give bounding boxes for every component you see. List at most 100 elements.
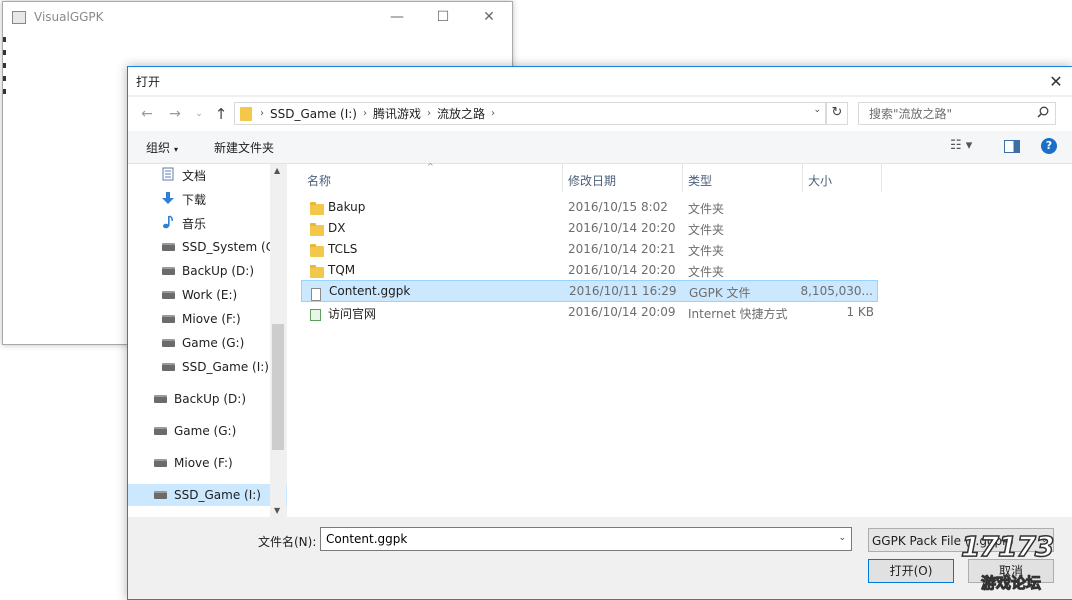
- file-type: 文件夹: [688, 265, 725, 279]
- change-view-button[interactable]: ☷ ▾: [950, 138, 972, 153]
- filename-combobox[interactable]: ⌄: [320, 527, 852, 551]
- file-row[interactable]: DX 2016/10/14 20:20 文件夹: [301, 218, 878, 238]
- drive-icon: [152, 456, 168, 470]
- sidebar-item-label: Miove (F:): [174, 456, 233, 470]
- command-toolbar: 组织 ▾ 新建文件夹 ☷ ▾ ?: [128, 131, 1072, 164]
- file-row[interactable]: TCLS 2016/10/14 20:21 文件夹: [301, 239, 878, 259]
- chevron-down-icon[interactable]: ⌄: [1040, 535, 1048, 545]
- new-folder-button[interactable]: 新建文件夹: [214, 139, 274, 156]
- column-date[interactable]: 修改日期: [568, 172, 616, 192]
- column-divider: [562, 164, 563, 192]
- file-date: 2016/10/14 20:20: [568, 263, 676, 277]
- bg-titlebar: VisualGGPK — ☐ ✕: [3, 2, 512, 32]
- organize-button[interactable]: 组织 ▾: [146, 139, 178, 156]
- sidebar-item-label: 音乐: [182, 216, 207, 231]
- forward-button[interactable]: →: [166, 105, 184, 123]
- refresh-button[interactable]: ↻: [826, 102, 848, 125]
- drive-icon: [160, 336, 176, 350]
- drive-icon: [160, 264, 176, 278]
- column-divider: [682, 164, 683, 192]
- download-icon: [160, 191, 176, 208]
- sidebar-item-label: 下载: [182, 192, 207, 207]
- search-icon[interactable]: [1037, 106, 1049, 122]
- file-row[interactable]: 访问官网 2016/10/14 20:09 Internet 快捷方式 1 KB: [301, 302, 878, 322]
- file-row-selected[interactable]: Content.ggpk 2016/10/11 16:29 GGPK 文件 8,…: [301, 280, 878, 302]
- file-date: 2016/10/14 20:09: [568, 305, 676, 319]
- filename-input[interactable]: [324, 531, 828, 547]
- file-name: TQM: [328, 263, 356, 277]
- column-divider: [881, 164, 882, 192]
- file-name: DX: [328, 221, 346, 235]
- scroll-up-icon[interactable]: ▲: [274, 166, 280, 175]
- column-size[interactable]: 大小: [808, 172, 832, 192]
- file-row[interactable]: TQM 2016/10/14 20:20 文件夹: [301, 260, 878, 280]
- filetype-select[interactable]: GGPK Pack File (*.ggpk) ⌄: [868, 528, 1054, 552]
- chevron-down-icon[interactable]: ⌄: [813, 105, 821, 115]
- maximize-button[interactable]: ☐: [420, 2, 466, 32]
- sidebar-item-label: Work (E:): [182, 288, 238, 302]
- sort-arrow-icon: ^: [427, 162, 434, 171]
- file-type: GGPK 文件: [689, 286, 751, 300]
- navigation-pane[interactable]: 文档 下载 音乐 SSD_System (C:) BackUp (D:) Wor…: [128, 164, 294, 517]
- open-file-dialog: 打开 ✕ ← → ⌄ ↑ › SSD_Game (I:) › 腾讯游戏 › 流放…: [127, 66, 1072, 600]
- back-button[interactable]: ←: [138, 105, 156, 123]
- scroll-thumb[interactable]: [272, 324, 284, 450]
- sidebar-item-label: BackUp (D:): [182, 264, 254, 278]
- organize-label: 组织: [146, 141, 171, 155]
- breadcrumb-path-of-exile[interactable]: 流放之路: [437, 105, 485, 122]
- recent-locations-button[interactable]: ⌄: [190, 105, 208, 123]
- search-input[interactable]: [867, 105, 1041, 122]
- drive-icon: [160, 312, 176, 326]
- help-button[interactable]: ?: [1041, 138, 1057, 154]
- file-date: 2016/10/11 16:29: [569, 284, 677, 298]
- minimize-button[interactable]: —: [374, 2, 420, 32]
- address-bar[interactable]: › SSD_Game (I:) › 腾讯游戏 › 流放之路 › ⌄: [234, 102, 826, 125]
- breadcrumb-tencent-games[interactable]: 腾讯游戏: [373, 105, 421, 122]
- sidebar-item-label: BackUp (D:): [174, 392, 246, 406]
- cancel-button[interactable]: 取消: [968, 559, 1054, 583]
- breadcrumb-drive[interactable]: SSD_Game (I:): [270, 107, 357, 121]
- file-type: 文件夹: [688, 202, 725, 216]
- sidebar-item-label: Game (G:): [174, 424, 237, 438]
- breadcrumb-separator: ›: [362, 108, 367, 119]
- drive-icon: [152, 488, 168, 502]
- dialog-titlebar: 打开 ✕: [128, 67, 1072, 95]
- open-button[interactable]: 打开(O): [868, 559, 954, 583]
- drive-icon: [160, 360, 176, 374]
- filename-label: 文件名(N):: [258, 535, 317, 549]
- breadcrumb-separator: ›: [491, 108, 495, 119]
- file-type: Internet 快捷方式: [688, 307, 788, 321]
- file-date: 2016/10/14 20:20: [568, 221, 676, 235]
- sidebar-item-label: Miove (F:): [182, 312, 241, 326]
- file-list[interactable]: ^ 名称 修改日期 类型 大小 Bakup 2016/10/15 8:02 文件…: [287, 162, 1072, 517]
- sidebar-item-label: Game (G:): [182, 336, 245, 350]
- file-type: 文件夹: [688, 223, 725, 237]
- dialog-close-button[interactable]: ✕: [1044, 69, 1068, 93]
- sidebar-item-label: SSD_System (C:): [182, 240, 283, 254]
- drive-icon: [152, 392, 168, 406]
- breadcrumb-separator: ›: [426, 108, 431, 119]
- search-box[interactable]: [858, 102, 1056, 125]
- sidebar-item-label: SSD_Game (I:): [174, 488, 261, 502]
- sidebar-item-label: SSD_Game (I:): [182, 360, 269, 374]
- dialog-title: 打开: [136, 74, 161, 89]
- bg-close-button[interactable]: ✕: [466, 2, 512, 32]
- document-icon: [160, 167, 176, 184]
- breadcrumb-separator: ›: [260, 108, 264, 119]
- file-size: 1 KB: [846, 305, 874, 319]
- navpane-scrollbar[interactable]: ▲ ▼: [270, 164, 286, 517]
- file-row[interactable]: Bakup 2016/10/15 8:02 文件夹: [301, 197, 878, 217]
- file-name: Content.ggpk: [329, 284, 411, 298]
- up-folder-button[interactable]: ↑: [212, 105, 230, 123]
- file-name: TCLS: [328, 242, 358, 256]
- scroll-down-icon[interactable]: ▼: [274, 506, 280, 515]
- column-type[interactable]: 类型: [688, 172, 712, 192]
- sidebar-item-label: 文档: [182, 168, 207, 183]
- chevron-down-icon[interactable]: ⌄: [838, 533, 846, 543]
- system-drive-icon: [160, 240, 176, 254]
- preview-pane-icon[interactable]: [1004, 140, 1020, 153]
- column-name[interactable]: 名称: [307, 172, 331, 192]
- file-name: Bakup: [328, 200, 366, 214]
- filetype-value: GGPK Pack File (*.ggpk): [872, 534, 1014, 548]
- drive-icon: [152, 424, 168, 438]
